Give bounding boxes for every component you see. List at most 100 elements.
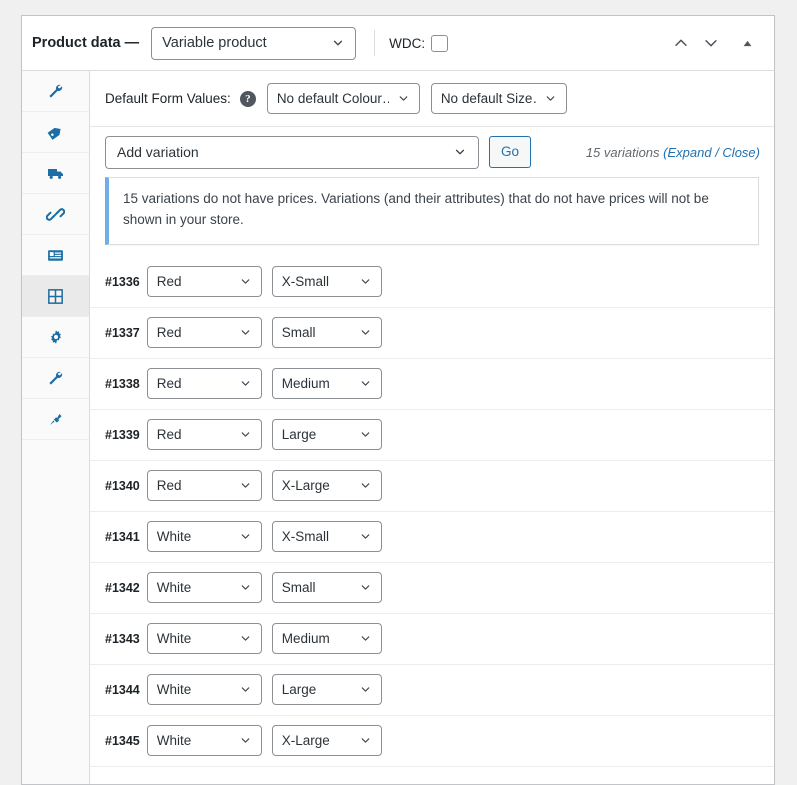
wdc-label: WDC: xyxy=(389,35,426,51)
sidebar-item-linked-products[interactable] xyxy=(22,194,89,235)
variation-size-select[interactable]: Medium xyxy=(271,368,382,400)
variation-colour-select[interactable]: White xyxy=(146,521,262,553)
close-link[interactable]: Close) xyxy=(722,145,760,160)
product-type-value: Variable product xyxy=(162,35,267,51)
variation-size-value: X-Small xyxy=(281,529,330,545)
table-row[interactable]: #1339 Red Large xyxy=(90,410,774,461)
table-row[interactable]: #1342 White Small xyxy=(90,563,774,614)
chevron-down-icon xyxy=(399,96,408,101)
variation-id: #1341 xyxy=(105,529,140,544)
wrench-icon xyxy=(46,82,65,101)
table-row[interactable]: #1338 Red Medium xyxy=(90,359,774,410)
notice-wrapper: 15 variations do not have prices. Variat… xyxy=(90,177,774,245)
variation-colour-select[interactable]: Red xyxy=(146,266,262,298)
variation-colour-value: White xyxy=(156,733,192,749)
variation-size-value: X-Small xyxy=(281,274,330,290)
default-form-values-row: Default Form Values: ? No default Colour… xyxy=(90,71,774,127)
sidebar-item-general[interactable] xyxy=(22,71,89,112)
variation-size-value: X-Large xyxy=(281,733,330,749)
variation-size-select[interactable]: Small xyxy=(271,572,382,604)
variation-size-select[interactable]: Small xyxy=(271,317,382,349)
expand-link[interactable]: (Expand xyxy=(663,145,711,160)
variation-size-select[interactable]: Large xyxy=(271,419,382,451)
default-size-value: No default Size… xyxy=(440,91,536,106)
table-row[interactable]: #1343 White Medium xyxy=(90,614,774,665)
move-up-icon[interactable] xyxy=(668,30,694,56)
table-row[interactable]: #1345 White X-Large xyxy=(90,716,774,767)
product-data-panel: Product data — Variable product WDC: Def… xyxy=(21,15,775,785)
variation-size-value: Large xyxy=(281,682,317,698)
product-data-tabs xyxy=(22,71,90,784)
chevron-down-icon xyxy=(334,40,343,46)
variation-colour-value: Red xyxy=(156,376,182,392)
variation-size-select[interactable]: X-Small xyxy=(271,521,382,553)
chevron-down-icon xyxy=(241,738,250,744)
chevron-down-icon xyxy=(455,149,465,155)
variation-id: #1338 xyxy=(105,376,140,391)
table-row[interactable]: #1337 Red Small xyxy=(90,308,774,359)
default-form-values-label: Default Form Values: xyxy=(105,91,231,106)
default-size-select[interactable]: No default Size… xyxy=(430,83,567,114)
variation-colour-value: White xyxy=(156,529,192,545)
chevron-down-icon xyxy=(241,330,250,336)
add-variation-select[interactable]: Add variation xyxy=(105,135,479,169)
plug-icon xyxy=(47,410,65,428)
chevron-down-icon xyxy=(361,483,370,489)
variation-colour-select[interactable]: White xyxy=(146,623,262,655)
variations-list: #1336 Red X-Small #1337 Red Small #1338 … xyxy=(90,257,774,767)
panel-header: Product data — Variable product WDC: xyxy=(22,16,774,71)
truck-icon xyxy=(46,163,66,183)
sidebar-item-shipping[interactable] xyxy=(22,153,89,194)
variation-size-select[interactable]: X-Small xyxy=(271,266,382,298)
variation-colour-select[interactable]: Red xyxy=(146,368,262,400)
go-button[interactable]: Go xyxy=(489,136,532,168)
chevron-down-icon xyxy=(361,279,370,285)
chevron-down-icon xyxy=(241,534,250,540)
wdc-checkbox[interactable] xyxy=(431,34,449,52)
table-row[interactable]: #1340 Red X-Large xyxy=(90,461,774,512)
variation-colour-value: Red xyxy=(156,427,182,443)
variations-count: 15 variations (Expand / Close) xyxy=(586,145,760,160)
variation-colour-select[interactable]: Red xyxy=(146,419,262,451)
move-down-icon[interactable] xyxy=(698,30,724,56)
chevron-down-icon xyxy=(241,687,250,693)
sidebar-item-plugins[interactable] xyxy=(22,399,89,440)
variation-colour-select[interactable]: Red xyxy=(146,317,262,349)
help-icon[interactable]: ? xyxy=(239,90,256,107)
variation-size-select[interactable]: X-Large xyxy=(271,470,382,502)
variation-size-select[interactable]: Medium xyxy=(271,623,382,655)
variation-size-value: Medium xyxy=(281,631,330,647)
variation-size-select[interactable]: X-Large xyxy=(271,725,382,757)
sidebar-item-variations[interactable] xyxy=(22,276,89,317)
sidebar-item-attributes[interactable] xyxy=(22,235,89,276)
sidebar-item-settings[interactable] xyxy=(22,358,89,399)
wdc-field[interactable]: WDC: xyxy=(389,34,449,52)
chevron-down-icon xyxy=(361,636,370,642)
table-row[interactable]: #1344 White Large xyxy=(90,665,774,716)
variation-id: #1344 xyxy=(105,682,140,697)
no-prices-notice: 15 variations do not have prices. Variat… xyxy=(105,177,759,245)
product-type-select[interactable]: Variable product xyxy=(151,26,357,60)
variation-size-value: X-Large xyxy=(281,478,330,494)
table-row[interactable]: #1341 White X-Small xyxy=(90,512,774,563)
page-title: Product data — xyxy=(32,35,140,51)
variation-colour-select[interactable]: White xyxy=(146,725,262,757)
variation-colour-select[interactable]: White xyxy=(146,674,262,706)
variation-colour-select[interactable]: Red xyxy=(146,470,262,502)
variation-colour-value: White xyxy=(156,682,192,698)
chevron-down-icon xyxy=(241,381,250,387)
variation-colour-select[interactable]: White xyxy=(146,572,262,604)
sidebar-item-advanced[interactable] xyxy=(22,317,89,358)
sidebar-item-inventory[interactable] xyxy=(22,112,89,153)
form-icon xyxy=(46,246,65,265)
add-variation-value: Add variation xyxy=(117,144,199,160)
variations-toolbar: Add variation Go 15 variations (Expand /… xyxy=(90,127,774,177)
variation-size-select[interactable]: Large xyxy=(271,674,382,706)
variation-id: #1340 xyxy=(105,478,140,493)
table-row[interactable]: #1336 Red X-Small xyxy=(90,257,774,308)
variation-colour-value: White xyxy=(156,631,192,647)
default-colour-select[interactable]: No default Colour… xyxy=(266,83,420,114)
toggle-panel-icon[interactable] xyxy=(734,30,760,56)
chevron-down-icon xyxy=(546,96,555,101)
chevron-down-icon xyxy=(361,687,370,693)
